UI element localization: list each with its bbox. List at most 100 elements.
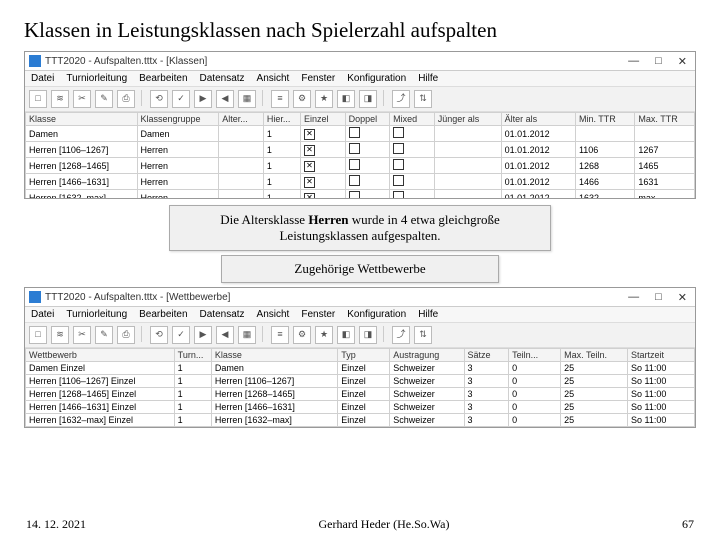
column-header[interactable]: Startzeit: [628, 349, 695, 362]
maximize-button[interactable]: □: [651, 291, 666, 304]
menu-item[interactable]: Konfiguration: [347, 309, 406, 320]
toolbar-button[interactable]: ◧: [337, 90, 355, 108]
titlebar: TTT2020 - Aufspalten.tttx - [Klassen] — …: [25, 52, 695, 71]
toolbar-button[interactable]: ◀: [216, 326, 234, 344]
toolbar-button[interactable]: ✓: [172, 326, 190, 344]
table-row[interactable]: Herren [1466–1631]Herren1✕01.01.20121466…: [26, 174, 695, 190]
toolbar-button[interactable]: ◀: [216, 90, 234, 108]
table-row[interactable]: DamenDamen1✕01.01.2012: [26, 126, 695, 142]
cell: Schweizer: [390, 362, 464, 375]
column-header[interactable]: Alter...: [219, 113, 264, 126]
menu-item[interactable]: Datei: [31, 309, 54, 320]
menu-item[interactable]: Hilfe: [418, 73, 438, 84]
menu-item[interactable]: Bearbeiten: [139, 73, 187, 84]
cell: 25: [561, 401, 628, 414]
column-header[interactable]: Klasse: [26, 113, 138, 126]
toolbar-button[interactable]: ⤴: [392, 90, 410, 108]
toolbar-button[interactable]: ◨: [359, 90, 377, 108]
checkbox-icon: [393, 127, 404, 138]
table-row[interactable]: Herren [1268–1465] Einzel1Herren [1268–1…: [26, 388, 695, 401]
toolbar-button[interactable]: ✂: [73, 90, 91, 108]
menu-item[interactable]: Hilfe: [418, 309, 438, 320]
toolbar-button[interactable]: ≡: [271, 90, 289, 108]
toolbar-button[interactable]: ≋: [51, 90, 69, 108]
column-header[interactable]: Max. Teiln.: [561, 349, 628, 362]
toolbar-button[interactable]: ⎙: [117, 326, 135, 344]
toolbar-button[interactable]: ≡: [271, 326, 289, 344]
column-header[interactable]: Einzel: [301, 113, 346, 126]
toolbar-button[interactable]: ⚙: [293, 90, 311, 108]
toolbar-button[interactable]: ✂: [73, 326, 91, 344]
table-row[interactable]: Herren [1106–1267] Einzel1Herren [1106–1…: [26, 375, 695, 388]
menu-item[interactable]: Ansicht: [257, 309, 290, 320]
menu-item[interactable]: Datensatz: [200, 73, 245, 84]
column-header[interactable]: Klassengruppe: [137, 113, 219, 126]
column-header[interactable]: Sätze: [464, 349, 509, 362]
toolbar-button[interactable]: ⎙: [117, 90, 135, 108]
toolbar: □≋✂✎⎙ ⟲✓▶◀▦ ≡⚙★◧◨ ⤴⇅: [25, 323, 695, 348]
toolbar-button[interactable]: ⟲: [150, 326, 168, 344]
column-header[interactable]: Teiln...: [509, 349, 561, 362]
column-header[interactable]: Älter als: [501, 113, 575, 126]
toolbar-button[interactable]: ▶: [194, 90, 212, 108]
menu-item[interactable]: Turniorleitung: [66, 309, 127, 320]
table-row[interactable]: Herren [1106–1267]Herren1✕01.01.20121106…: [26, 142, 695, 158]
menu-item[interactable]: Turniorleitung: [66, 73, 127, 84]
column-header[interactable]: Min. TTR: [575, 113, 634, 126]
toolbar-button[interactable]: ⟲: [150, 90, 168, 108]
menu-item[interactable]: Ansicht: [257, 73, 290, 84]
column-header[interactable]: Max. TTR: [635, 113, 695, 126]
column-header[interactable]: Mixed: [390, 113, 435, 126]
table-row[interactable]: Herren [1632–max]Herren1✕01.01.20121632m…: [26, 190, 695, 199]
footer-date: 14. 12. 2021: [26, 517, 86, 532]
toolbar-button[interactable]: ⤴: [392, 326, 410, 344]
toolbar-button[interactable]: □: [29, 326, 47, 344]
menu-item[interactable]: Bearbeiten: [139, 309, 187, 320]
column-header[interactable]: Jünger als: [434, 113, 501, 126]
toolbar-button[interactable]: ★: [315, 326, 333, 344]
toolbar-button[interactable]: ≋: [51, 326, 69, 344]
menu-item[interactable]: Konfiguration: [347, 73, 406, 84]
column-header[interactable]: Wettbewerb: [26, 349, 175, 362]
column-header[interactable]: Turn...: [174, 349, 211, 362]
toolbar-button[interactable]: ✓: [172, 90, 190, 108]
column-header[interactable]: Hier...: [263, 113, 300, 126]
window-title: TTT2020 - Aufspalten.tttx - [Klassen]: [45, 56, 624, 67]
close-button[interactable]: ✕: [674, 55, 691, 68]
cell: ✕: [301, 190, 346, 199]
table-row[interactable]: Herren [1268–1465]Herren1✕01.01.20121268…: [26, 158, 695, 174]
toolbar-button[interactable]: ◨: [359, 326, 377, 344]
cell: 0: [509, 401, 561, 414]
menu-item[interactable]: Datensatz: [200, 309, 245, 320]
table-row[interactable]: Herren [1632–max] Einzel1Herren [1632–ma…: [26, 414, 695, 427]
toolbar-button[interactable]: ★: [315, 90, 333, 108]
toolbar-button[interactable]: ⇅: [414, 326, 432, 344]
toolbar-button[interactable]: ▶: [194, 326, 212, 344]
toolbar-button[interactable]: ⚙: [293, 326, 311, 344]
callout-split-info: Die Altersklasse Herren wurde in 4 etwa …: [169, 205, 551, 251]
maximize-button[interactable]: □: [651, 55, 666, 68]
cell: Einzel: [338, 362, 390, 375]
toolbar-button[interactable]: ◧: [337, 326, 355, 344]
menu-item[interactable]: Fenster: [301, 309, 335, 320]
cell: 1: [174, 414, 211, 427]
toolbar-button[interactable]: ✎: [95, 90, 113, 108]
column-header[interactable]: Typ: [338, 349, 390, 362]
toolbar-button[interactable]: ▦: [238, 90, 256, 108]
cell: [345, 174, 390, 190]
toolbar-button[interactable]: □: [29, 90, 47, 108]
close-button[interactable]: ✕: [674, 291, 691, 304]
toolbar-button[interactable]: ⇅: [414, 90, 432, 108]
cell: [635, 126, 695, 142]
minimize-button[interactable]: —: [624, 291, 643, 304]
column-header[interactable]: Klasse: [211, 349, 337, 362]
table-row[interactable]: Damen Einzel1DamenEinzelSchweizer3025So …: [26, 362, 695, 375]
table-row[interactable]: Herren [1466–1631] Einzel1Herren [1466–1…: [26, 401, 695, 414]
column-header[interactable]: Doppel: [345, 113, 390, 126]
menu-item[interactable]: Fenster: [301, 73, 335, 84]
toolbar-button[interactable]: ▦: [238, 326, 256, 344]
toolbar-button[interactable]: ✎: [95, 326, 113, 344]
minimize-button[interactable]: —: [624, 55, 643, 68]
column-header[interactable]: Austragung: [390, 349, 464, 362]
menu-item[interactable]: Datei: [31, 73, 54, 84]
